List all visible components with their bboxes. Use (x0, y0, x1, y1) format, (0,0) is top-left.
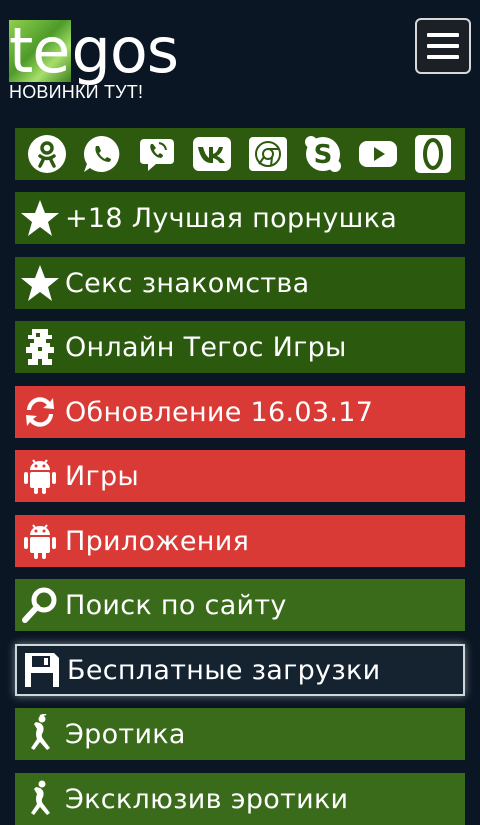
opera-icon[interactable] (411, 133, 455, 175)
menu-item-label: Приложения (65, 525, 250, 557)
menu-item-dating[interactable]: Секс знакомства (15, 257, 465, 309)
floppy-icon (17, 644, 67, 696)
menu-item-label: Онлайн Тегос Игры (65, 331, 347, 363)
menu-item-label: Эротика (65, 718, 186, 750)
dancer-icon (15, 708, 65, 760)
search-icon (15, 579, 65, 631)
site-logo[interactable]: te gos (9, 8, 179, 87)
hamburger-bar (427, 33, 459, 37)
refresh-icon (15, 386, 65, 438)
skype-icon[interactable]: S (301, 133, 345, 175)
svg-text:S: S (314, 140, 333, 170)
menu-item-erotica[interactable]: Эротика (15, 708, 465, 760)
chrome-icon[interactable] (246, 133, 290, 175)
whatsapp-icon[interactable] (80, 133, 124, 175)
menu-item-label: Секс знакомства (65, 267, 310, 299)
menu-item-label: Поиск по сайту (65, 589, 287, 621)
viber-icon[interactable] (135, 133, 179, 175)
menu-item-site-search[interactable]: Поиск по сайту (15, 579, 465, 631)
menu-item-label: Эксклюзив эротики (65, 783, 349, 815)
youtube-icon[interactable] (356, 133, 400, 175)
pixel-character-icon (15, 321, 65, 373)
hamburger-bar (427, 55, 459, 59)
logo-leaf-part: te (9, 14, 72, 87)
star-icon (15, 192, 65, 244)
hamburger-bar (427, 44, 459, 48)
odnoklassniki-icon[interactable] (25, 133, 69, 175)
menu-item-free-downloads[interactable]: Бесплатные загрузки (15, 644, 465, 696)
social-share-bar: S (15, 128, 465, 180)
vk-icon[interactable] (190, 133, 234, 175)
menu-item-apps[interactable]: Приложения (15, 515, 465, 567)
menu-item-label: Обновление 16.03.17 (65, 396, 374, 428)
dancer-icon (15, 773, 65, 825)
hamburger-menu-button[interactable] (415, 18, 471, 74)
star-icon (15, 257, 65, 309)
menu-item-online-games[interactable]: Онлайн Тегос Игры (15, 321, 465, 373)
menu-item-label: Бесплатные загрузки (67, 654, 381, 686)
android-icon (15, 515, 65, 567)
header: te gos НОВИНКИ ТУТ! (0, 0, 480, 110)
menu-item-label: Игры (65, 460, 140, 492)
menu-item-label: +18 Лучшая порнушка (65, 202, 398, 234)
tagline: НОВИНКИ ТУТ! (9, 82, 144, 102)
menu-item-porn[interactable]: +18 Лучшая порнушка (15, 192, 465, 244)
menu-item-games[interactable]: Игры (15, 450, 465, 502)
logo-text-part: gos (71, 14, 179, 87)
menu-item-update[interactable]: Обновление 16.03.17 (15, 386, 465, 438)
menu-item-exclusive-erotica[interactable]: Эксклюзив эротики (15, 773, 465, 825)
android-icon (15, 450, 65, 502)
